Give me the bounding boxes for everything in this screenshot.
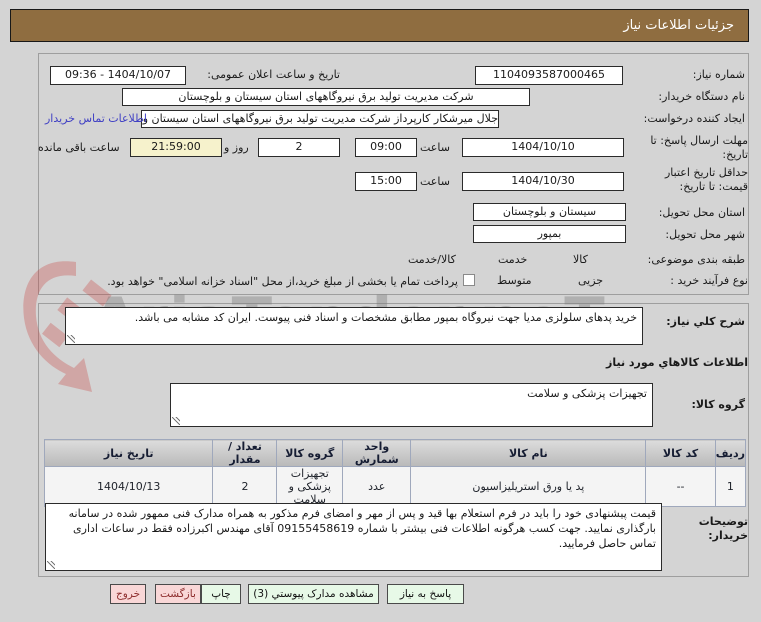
buyer-name-label: نام دستگاه خریدار: — [658, 90, 745, 103]
process-type-label: نوع فرآیند خرید : — [670, 274, 748, 287]
request-creator-input[interactable]: جلال میرشکار کارپرداز شرکت مدیریت تولید … — [141, 110, 499, 128]
page-title: جزئیات اطلاعات نیاز — [10, 9, 749, 42]
need-description-text: خرید پدهای سلولزی مدیا جهت نیروگاه بمپور… — [134, 311, 637, 324]
delivery-city-label: شهر محل تحویل: — [665, 228, 745, 241]
view-attached-docs-button[interactable]: مشاهده مدارک پیوستي (3) — [248, 584, 379, 604]
col-quantity: تعداد / مقدار — [212, 439, 278, 467]
radio-medium-label: متوسط — [497, 274, 532, 287]
goods-section-title: اطلاعات کالاهاي مورد نیاز — [606, 356, 748, 369]
remaining-days-input[interactable]: 2 — [258, 138, 340, 157]
cell-need-date: 1404/10/13 — [43, 466, 214, 507]
price-validity-label: حداقل تاریخ اعتبار قیمت: تا تاریخ: — [664, 166, 748, 193]
table-row: 1 -- پد یا ورق استریلیزاسیون عدد تجهیزات… — [43, 466, 747, 507]
reply-deadline-date-input[interactable]: 1404/10/10 — [462, 138, 624, 157]
radio-goods-service-label: کالا/خدمت — [408, 253, 456, 266]
price-validity-time-input[interactable]: 15:00 — [355, 172, 417, 191]
print-button[interactable]: چاپ — [201, 584, 241, 604]
buyer-notes-textarea[interactable]: قیمت پیشنهادی خود را باید در فرم استعلام… — [45, 503, 662, 571]
reply-deadline-hour-label: ساعت — [420, 141, 450, 154]
buyer-notes-text: قیمت پیشنهادی خود را باید در فرم استعلام… — [68, 507, 656, 550]
col-count-unit: واحد شمارش — [342, 439, 412, 467]
resize-grip-icon[interactable] — [67, 335, 75, 343]
need-description-textarea[interactable]: خرید پدهای سلولزی مدیا جهت نیروگاه بمپور… — [65, 307, 643, 345]
need-description-label: شرح کلي نیاز: — [666, 315, 745, 328]
delivery-province-label: استان محل تحویل: — [658, 206, 745, 219]
cell-goods-name[interactable]: پد یا ورق استریلیزاسیون — [410, 466, 647, 507]
exit-button[interactable]: خروج — [110, 584, 146, 604]
reply-deadline-label: مهلت ارسال پاسخ: تا تاریخ: — [650, 134, 748, 161]
goods-group-label: گروه کالا: — [691, 398, 745, 411]
announce-datetime-input[interactable]: 1404/10/07 - 09:36 — [50, 66, 186, 85]
announce-datetime-label: تاریخ و ساعت اعلان عمومی: — [207, 68, 340, 81]
need-number-input[interactable]: 1104093587000465 — [475, 66, 623, 85]
request-creator-label: ایجاد کننده درخواست: — [643, 112, 745, 125]
cell-quantity: 2 — [212, 466, 278, 507]
buyer-contact-link[interactable]: اطلاعات تماس خریدار — [45, 112, 147, 125]
radio-service-label: خدمت — [498, 253, 528, 266]
price-validity-hour-label: ساعت — [420, 175, 450, 188]
resize-grip-icon[interactable] — [172, 417, 180, 425]
tender-detail-page: { "title": "جزئیات اطلاعات نیاز", "water… — [0, 0, 761, 622]
price-validity-date-input[interactable]: 1404/10/30 — [462, 172, 624, 191]
col-row-number: ردیف — [714, 439, 747, 467]
resize-grip-icon[interactable] — [47, 561, 55, 569]
subject-class-label: طبقه بندی موضوعی: — [647, 253, 745, 266]
need-number-label: شماره نیاز: — [692, 68, 745, 81]
radio-goods-label: کالا — [573, 253, 588, 266]
cell-goods-code: -- — [645, 466, 716, 507]
col-goods-group: گروه کالا — [276, 439, 344, 467]
buyer-name-input[interactable]: شرکت مدیریت تولید برق نیروگاههای استان س… — [122, 88, 530, 106]
goods-group-text: تجهیزات پزشکی و سلامت — [527, 387, 647, 400]
cell-goods-group: تجهیزات پزشکی و سلامت — [276, 466, 344, 507]
table-header-row: ردیف کد کالا نام کالا واحد شمارش گروه کا… — [43, 439, 747, 467]
goods-table: ردیف کد کالا نام کالا واحد شمارش گروه کا… — [43, 439, 747, 507]
buyer-notes-label: توضیحات خریدار: — [698, 515, 748, 542]
cell-row-number: 1 — [714, 466, 747, 507]
col-need-date: تاریخ نیاز — [43, 439, 214, 467]
days-and-label: روز و — [224, 141, 249, 154]
countdown-timer: 21:59:00 — [130, 138, 222, 157]
col-goods-code: کد کالا — [645, 439, 716, 467]
treasury-payment-label: پرداخت تمام یا بخشی از مبلغ خرید،از محل … — [107, 275, 458, 288]
goods-group-textarea[interactable]: تجهیزات پزشکی و سلامت — [170, 383, 653, 427]
hours-remaining-label: ساعت باقی مانده — [38, 141, 120, 154]
cell-count-unit: عدد — [342, 466, 412, 507]
col-goods-name: نام کالا — [410, 439, 647, 467]
delivery-city-input[interactable]: بمپور — [473, 225, 626, 243]
back-button[interactable]: بازگشت — [155, 584, 201, 604]
reply-deadline-time-input[interactable]: 09:00 — [355, 138, 417, 157]
reply-to-need-button[interactable]: پاسخ به نیاز — [387, 584, 464, 604]
delivery-province-input[interactable]: سیستان و بلوچستان — [473, 203, 626, 221]
radio-partial-label: جزیی — [578, 274, 604, 287]
treasury-payment-checkbox[interactable] — [463, 274, 475, 286]
